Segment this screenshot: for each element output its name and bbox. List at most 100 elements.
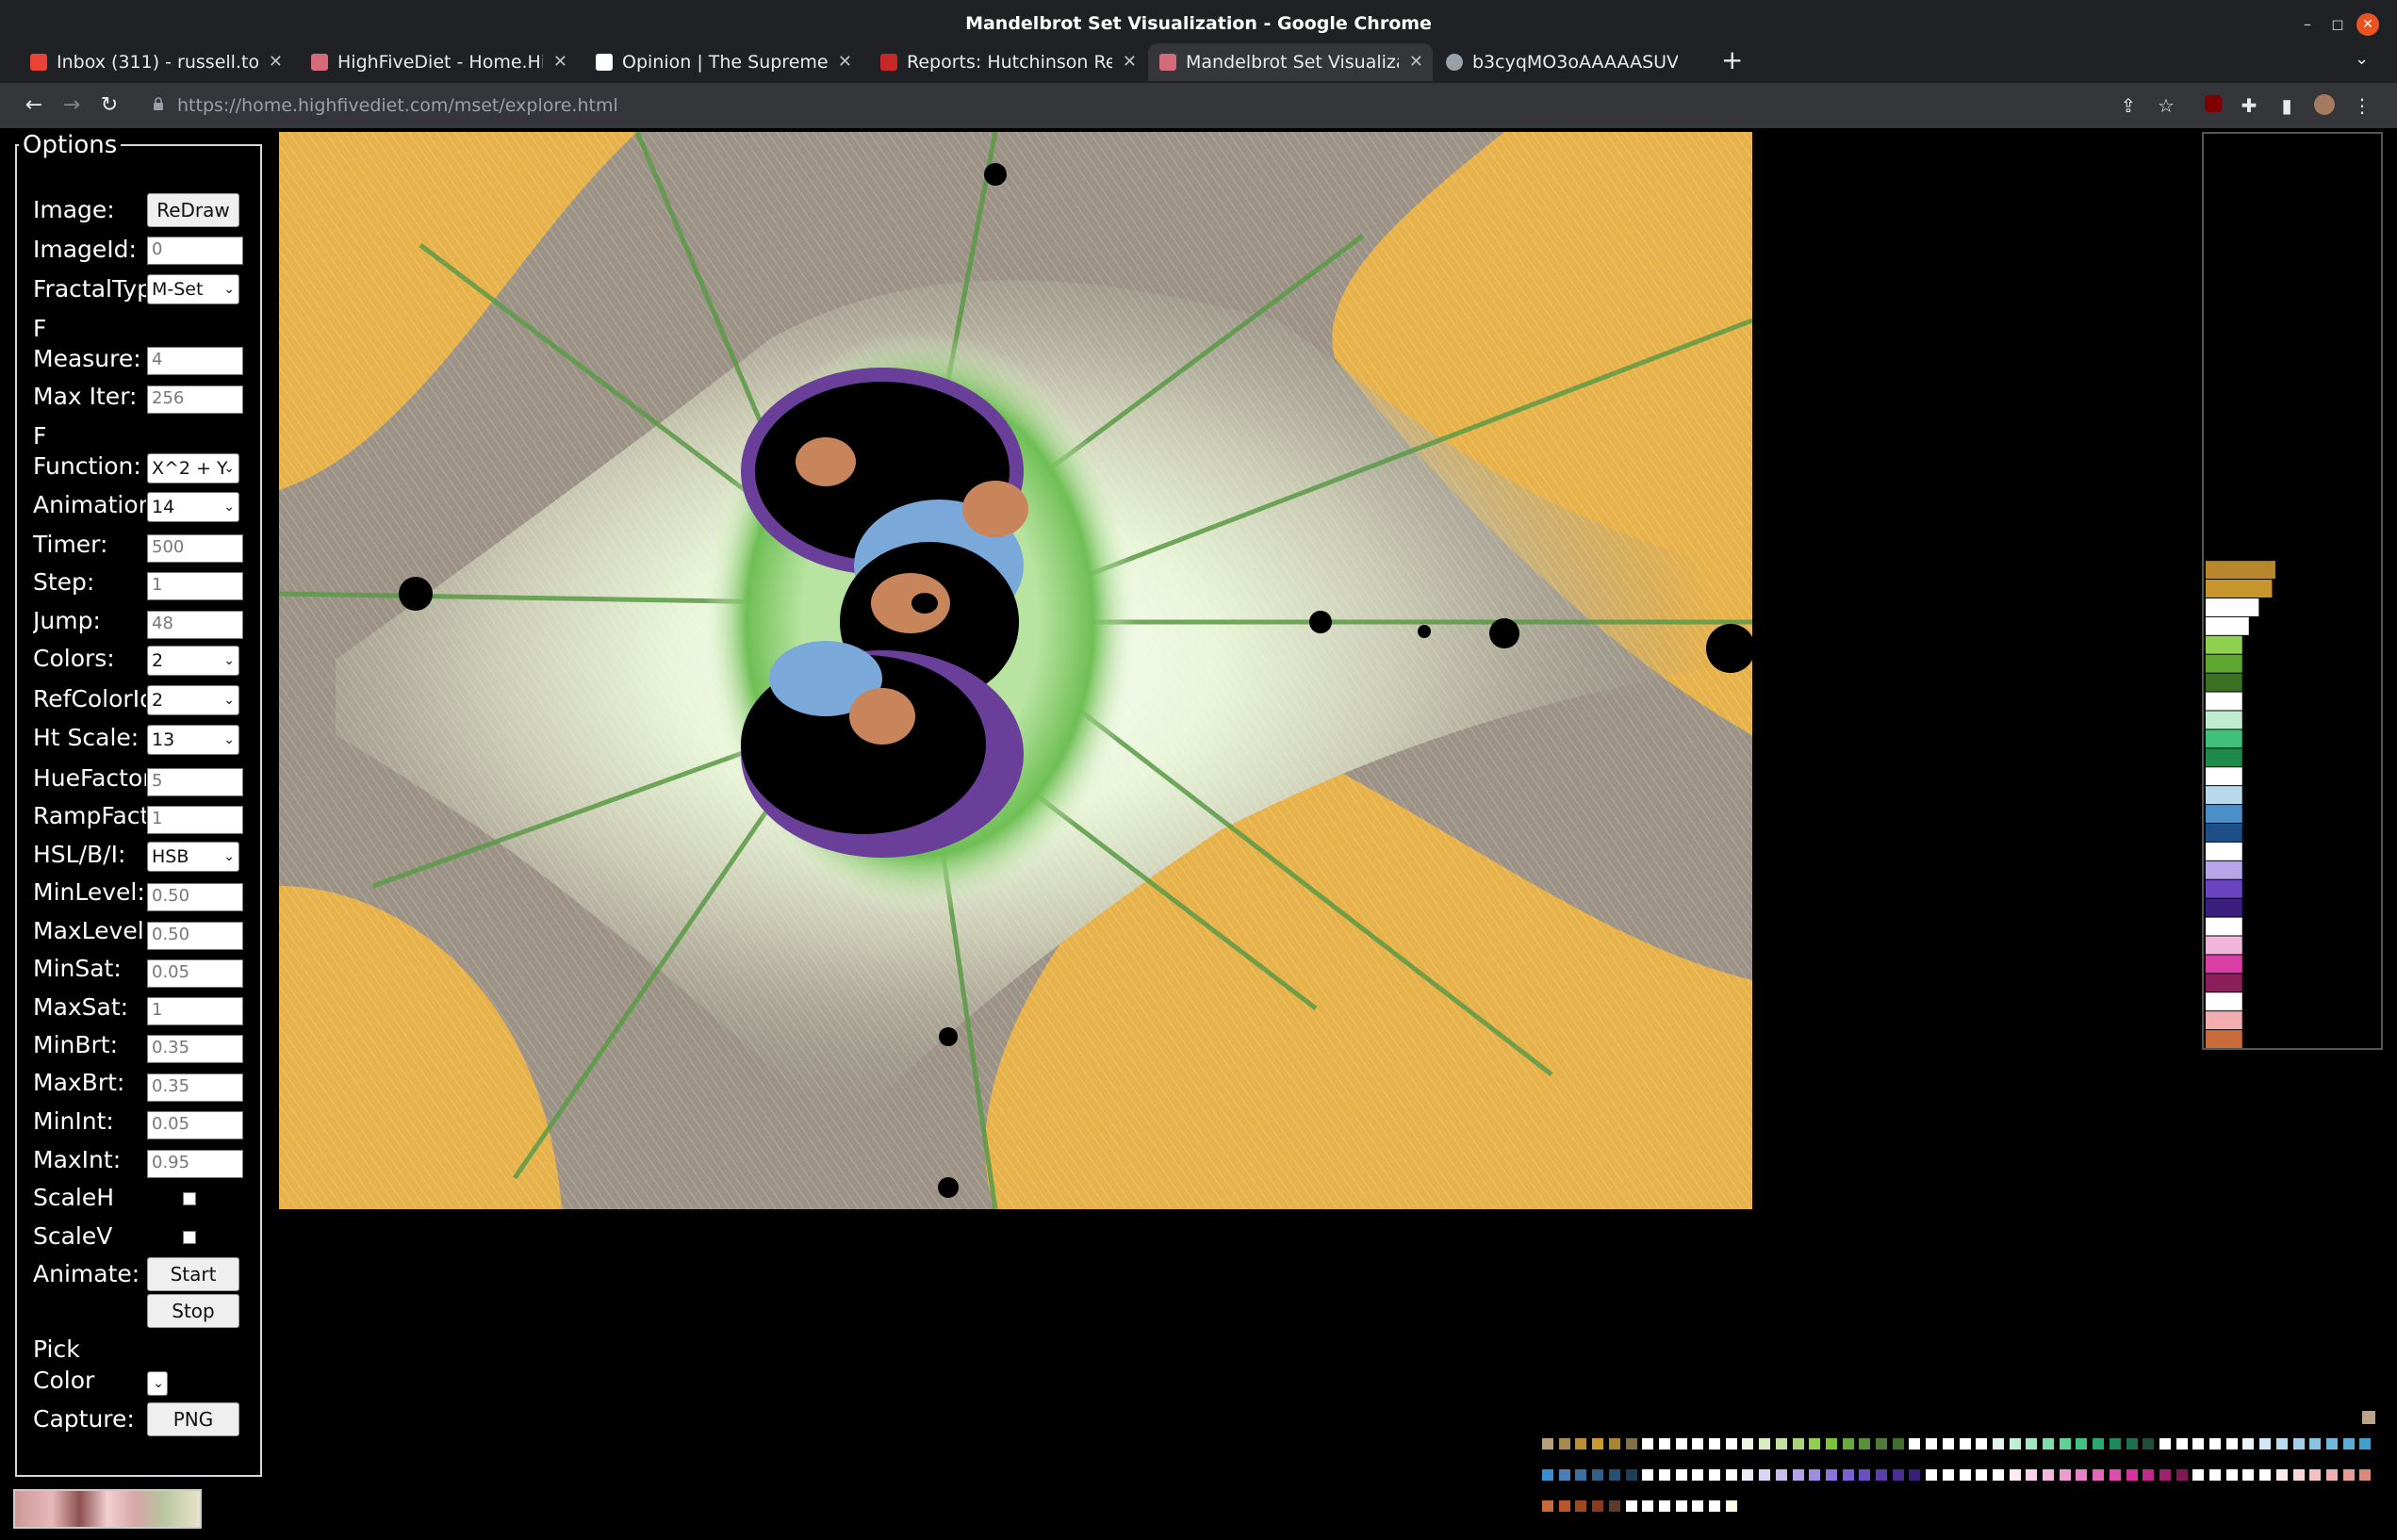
palette-swatch[interactable]	[1675, 1500, 1687, 1512]
maxbrt-input[interactable]: 0.35	[147, 1073, 243, 1102]
palette-swatch[interactable]	[2275, 1469, 2288, 1481]
palette-swatch[interactable]	[2143, 1469, 2155, 1481]
palette-swatch[interactable]	[1725, 1438, 1737, 1450]
scalev-checkbox[interactable]	[183, 1231, 196, 1244]
close-window-icon[interactable]: ✕	[2356, 13, 2379, 36]
rampfactor-input[interactable]: 1	[147, 806, 243, 834]
palette-swatch[interactable]	[2192, 1438, 2205, 1450]
palette-swatch[interactable]	[1942, 1469, 1954, 1481]
palette-swatch[interactable]	[1926, 1469, 1938, 1481]
palette-swatch[interactable]	[2342, 1469, 2355, 1481]
colors-select[interactable]: 2 ⌄	[147, 646, 239, 676]
tab-opinion[interactable]: Opinion | The Supreme Co ✕	[584, 43, 862, 81]
hsl-select[interactable]: HSB ⌄	[147, 842, 239, 872]
close-tab-icon[interactable]: ✕	[269, 43, 283, 81]
stop-button[interactable]: Stop	[147, 1294, 239, 1328]
side-panel-icon[interactable]: ▮	[2275, 94, 2298, 117]
palette-swatch[interactable]	[1542, 1438, 1553, 1450]
refcolor-select[interactable]: 2 ⌄	[147, 685, 239, 715]
timer-input[interactable]: 500	[147, 534, 243, 563]
tab-gmail[interactable]: Inbox (311) - russell.todd ✕	[19, 43, 292, 81]
palette-swatch[interactable]	[2342, 1438, 2355, 1450]
palette-swatch[interactable]	[2076, 1469, 2088, 1481]
chevron-down-icon[interactable]: ⌄	[2355, 49, 2369, 69]
palette-swatch[interactable]	[2043, 1438, 2054, 1450]
palette-swatch[interactable]	[1658, 1438, 1670, 1450]
palette-swatch[interactable]	[1692, 1500, 1704, 1512]
palette-swatch[interactable]	[1658, 1500, 1670, 1512]
palette-swatch[interactable]	[2359, 1438, 2372, 1450]
palette-swatch[interactable]	[1992, 1438, 2004, 1450]
palette-swatch[interactable]	[1959, 1438, 1971, 1450]
palette-swatch[interactable]	[2059, 1438, 2071, 1450]
fractal-thumbnail[interactable]	[13, 1489, 202, 1529]
back-arrow-icon[interactable]: ←	[21, 92, 47, 119]
tab-mandelbrot[interactable]: Mandelbrot Set Visualizat ✕	[1148, 43, 1433, 81]
palette-swatch[interactable]	[1942, 1438, 1954, 1450]
palette-swatch[interactable]	[2043, 1469, 2054, 1481]
palette-swatch[interactable]	[2026, 1438, 2038, 1450]
palette-swatch[interactable]	[1842, 1438, 1854, 1450]
palette-swatch[interactable]	[2309, 1438, 2322, 1450]
png-button[interactable]: PNG	[147, 1402, 239, 1436]
palette-swatch[interactable]	[1558, 1500, 1570, 1512]
palette-swatch[interactable]	[2259, 1438, 2272, 1450]
palette-swatch[interactable]	[2359, 1469, 2372, 1481]
palette-swatch[interactable]	[1575, 1500, 1587, 1512]
palette-swatch[interactable]	[1542, 1500, 1553, 1512]
minbrt-input[interactable]: 0.35	[147, 1035, 243, 1063]
palette-swatch[interactable]	[1608, 1469, 1620, 1481]
selected-color-swatch[interactable]	[2362, 1411, 2375, 1424]
palette-swatch[interactable]	[2009, 1469, 2021, 1481]
palette-swatch[interactable]	[2209, 1438, 2221, 1450]
ffunction-select[interactable]: X^2 + Y ⌄	[147, 453, 239, 483]
avatar[interactable]	[2313, 94, 2336, 117]
palette-swatch[interactable]	[2093, 1438, 2105, 1450]
palette-swatch[interactable]	[1592, 1469, 1604, 1481]
palette-swatch[interactable]	[1809, 1469, 1821, 1481]
palette-swatch[interactable]	[1709, 1500, 1720, 1512]
palette-swatch[interactable]	[1592, 1500, 1604, 1512]
palette-swatch[interactable]	[2192, 1469, 2205, 1481]
palette-swatch[interactable]	[2059, 1469, 2071, 1481]
palette-swatch[interactable]	[1608, 1438, 1620, 1450]
scaleh-checkbox[interactable]	[183, 1192, 196, 1205]
close-tab-icon[interactable]: ✕	[1409, 43, 1423, 81]
fractal-canvas[interactable]	[279, 132, 1752, 1209]
palette-swatch[interactable]	[1876, 1438, 1887, 1450]
palette-swatch[interactable]	[2209, 1469, 2221, 1481]
palette-swatch[interactable]	[1959, 1469, 1971, 1481]
address-bar[interactable]: https://home.highfivediet.com/mset/explo…	[140, 89, 2157, 123]
palette-swatch[interactable]	[1775, 1469, 1787, 1481]
palette-swatch[interactable]	[1759, 1469, 1771, 1481]
jump-input[interactable]: 48	[147, 611, 243, 639]
palette-swatch[interactable]	[2026, 1469, 2038, 1481]
ublock-icon[interactable]	[2202, 94, 2225, 117]
palette-swatch[interactable]	[1859, 1438, 1871, 1450]
palette-swatch[interactable]	[2175, 1438, 2188, 1450]
pickcolor-select[interactable]: ⌄	[147, 1371, 168, 1396]
palette-swatch[interactable]	[1608, 1500, 1620, 1512]
palette-swatch[interactable]	[1909, 1469, 1921, 1481]
palette-swatch[interactable]	[2093, 1469, 2105, 1481]
share-icon[interactable]: ⇪	[2117, 94, 2140, 117]
maxlevel-input[interactable]: 0.50	[147, 922, 243, 950]
palette-swatch[interactable]	[1892, 1469, 1904, 1481]
palette-swatch[interactable]	[1742, 1469, 1754, 1481]
palette-swatch[interactable]	[1825, 1469, 1837, 1481]
palette-swatch[interactable]	[1909, 1438, 1921, 1450]
palette-swatch[interactable]	[1725, 1469, 1737, 1481]
animation-select[interactable]: 14 ⌄	[147, 492, 239, 522]
redraw-button[interactable]: ReDraw	[147, 193, 239, 227]
palette-swatch[interactable]	[1542, 1469, 1553, 1481]
forward-arrow-icon[interactable]: →	[58, 92, 85, 119]
palette-swatch[interactable]	[1625, 1469, 1637, 1481]
tab-highfivediet[interactable]: HighFiveDiet - Home.High ✕	[300, 43, 577, 81]
minlevel-input[interactable]: 0.50	[147, 883, 243, 911]
palette-swatch[interactable]	[2259, 1469, 2272, 1481]
palette-swatch[interactable]	[1709, 1469, 1720, 1481]
palette-swatch[interactable]	[2109, 1469, 2121, 1481]
minint-input[interactable]: 0.05	[147, 1111, 243, 1139]
palette-swatch[interactable]	[1926, 1438, 1938, 1450]
palette-swatch[interactable]	[2076, 1438, 2088, 1450]
